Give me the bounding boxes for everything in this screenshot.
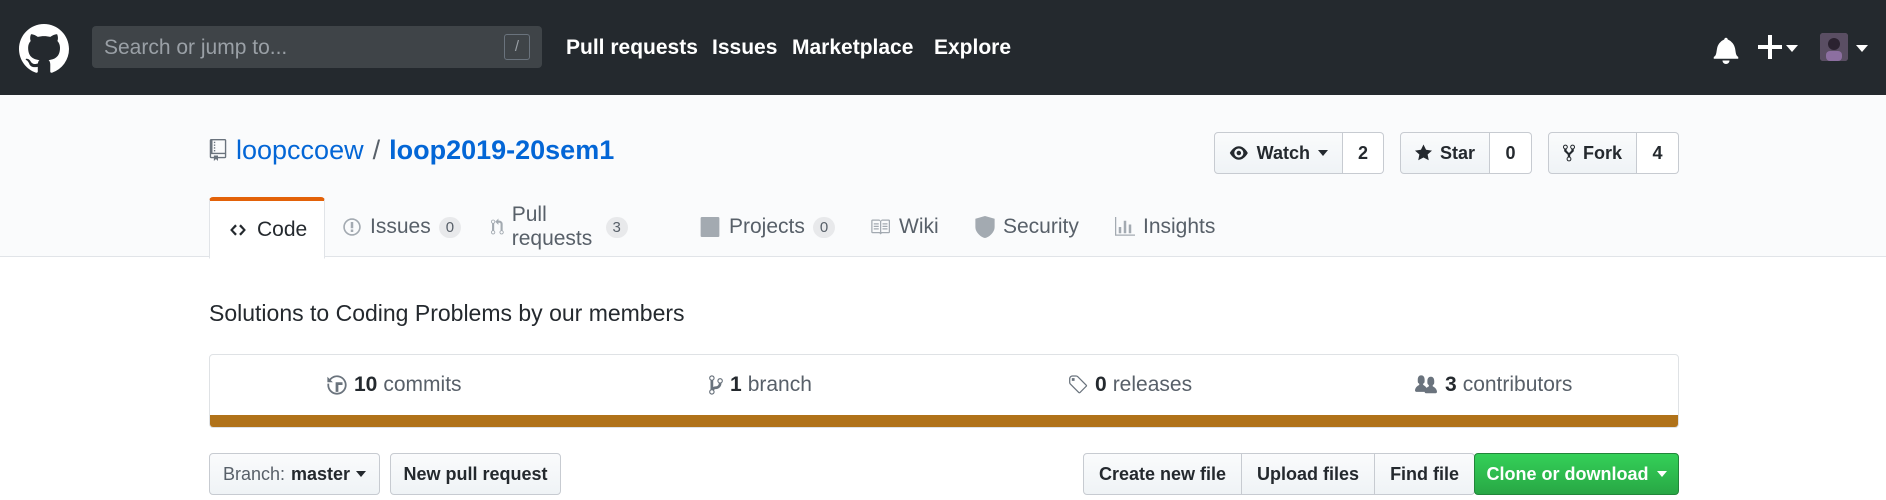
tab-pull-requests-counter: 3: [605, 216, 628, 238]
contributors-label: contributors: [1462, 373, 1573, 396]
people-icon: [1415, 375, 1437, 394]
user-menu[interactable]: [1820, 33, 1870, 65]
repo-description: Solutions to Coding Problems by our memb…: [209, 300, 685, 326]
tab-projects-label: Projects: [729, 215, 805, 238]
repo-forked-icon: [1563, 144, 1575, 162]
repo-header: loopccoew / loop2019-20sem1 Watch 2 Star 0…: [0, 95, 1886, 259]
releases-count: 0: [1095, 373, 1107, 396]
tab-wiki[interactable]: Wiki: [869, 197, 939, 257]
chevron-down-icon: [356, 471, 367, 477]
watch-button[interactable]: Watch: [1214, 132, 1343, 174]
repo-name-link[interactable]: loop2019-20sem1: [389, 135, 614, 165]
top-header: Search or jump to... / Pull requests Iss…: [0, 0, 1886, 95]
branch-name: master: [291, 463, 351, 484]
eye-icon: [1229, 146, 1248, 160]
tag-icon: [1069, 375, 1088, 394]
file-actions-group: Create new file Upload files Find file: [1083, 453, 1476, 495]
new-pull-request-button[interactable]: New pull request: [390, 453, 561, 495]
tab-security[interactable]: Security: [975, 197, 1079, 257]
commits-label: commits: [383, 373, 462, 396]
watch-count[interactable]: 2: [1343, 132, 1384, 174]
book-icon: [871, 219, 890, 235]
chevron-down-icon: [1786, 45, 1798, 52]
nav-pull-requests[interactable]: Pull requests: [566, 36, 698, 60]
fork-button[interactable]: Fork: [1548, 132, 1637, 174]
tab-issues[interactable]: Issues 0: [342, 197, 462, 257]
tab-projects-counter: 0: [812, 216, 836, 238]
commits-count: 10: [354, 373, 378, 396]
tab-insights[interactable]: Insights: [1115, 197, 1215, 257]
bell-icon[interactable]: [1713, 36, 1739, 64]
search-shortcut-badge: /: [504, 34, 530, 60]
releases-link[interactable]: 0 releases: [1067, 373, 1192, 397]
tab-insights-label: Insights: [1143, 215, 1216, 238]
chevron-down-icon: [1318, 150, 1328, 156]
nav-explore[interactable]: Explore: [934, 36, 1011, 60]
create-new-file-button[interactable]: Create new file: [1083, 453, 1243, 495]
plus-icon: [1758, 35, 1782, 59]
find-file-button[interactable]: Find file: [1375, 453, 1476, 495]
contributors-link[interactable]: 3 contributors: [1413, 373, 1572, 397]
tab-issues-counter: 0: [438, 216, 462, 238]
watch-button-group: Watch 2: [1214, 132, 1384, 174]
code-icon: [230, 223, 246, 236]
project-icon: [700, 217, 720, 237]
star-button-group: Star 0: [1400, 132, 1532, 174]
clone-label: Clone or download: [1486, 463, 1649, 484]
graph-icon: [1115, 217, 1135, 236]
nav-issues[interactable]: Issues: [712, 36, 777, 60]
releases-label: releases: [1112, 373, 1193, 396]
search-input[interactable]: Search or jump to... /: [92, 26, 542, 68]
clone-or-download-button[interactable]: Clone or download: [1474, 453, 1679, 495]
tab-pull-requests-label: Pull requests: [511, 203, 593, 250]
github-logo-icon[interactable]: [19, 24, 69, 74]
nav-marketplace[interactable]: Marketplace: [792, 36, 913, 60]
fork-label: Fork: [1582, 142, 1622, 163]
star-icon: [1415, 144, 1432, 161]
star-label: Star: [1439, 142, 1475, 163]
branch-prefix: Branch:: [222, 463, 285, 484]
chevron-down-icon: [1656, 471, 1667, 477]
tab-code[interactable]: Code: [209, 197, 326, 259]
avatar-image-icon: [1820, 33, 1848, 61]
repo-title: loopccoew / loop2019-20sem1: [236, 135, 614, 166]
repo-icon: [209, 139, 227, 161]
issue-opened-icon: [343, 218, 361, 236]
chevron-down-icon: [1856, 45, 1868, 52]
commits-link[interactable]: 10 commits: [326, 373, 462, 397]
create-new-menu[interactable]: [1758, 33, 1800, 63]
tab-code-label: Code: [257, 217, 308, 241]
avatar: [1820, 33, 1848, 61]
git-branch-icon: [709, 375, 723, 395]
star-button[interactable]: Star: [1400, 132, 1490, 174]
tab-issues-label: Issues: [370, 215, 431, 238]
language-bar[interactable]: [210, 415, 1678, 427]
repo-separator: /: [372, 135, 381, 165]
tab-wiki-label: Wiki: [899, 215, 939, 238]
tab-security-label: Security: [1003, 215, 1079, 238]
shield-icon: [975, 216, 995, 238]
repo-summary-bar: 10 commits 1 branch 0 releases 3 contrib…: [209, 354, 1679, 428]
branch-select-button[interactable]: Branch: master: [209, 453, 380, 495]
contributors-count: 3: [1445, 373, 1457, 396]
tab-pull-requests[interactable]: Pull requests 3: [491, 197, 628, 257]
git-pull-request-icon: [491, 218, 504, 235]
fork-count[interactable]: 4: [1637, 132, 1679, 174]
watch-label: Watch: [1256, 142, 1310, 163]
branches-count: 1: [730, 373, 742, 396]
search-placeholder: Search or jump to...: [104, 36, 288, 59]
tab-projects[interactable]: Projects 0: [699, 197, 836, 257]
history-icon: [327, 375, 347, 395]
branches-link[interactable]: 1 branch: [708, 373, 812, 397]
repo-owner-link[interactable]: loopccoew: [236, 135, 364, 165]
fork-button-group: Fork 4: [1548, 132, 1679, 174]
branches-label: branch: [747, 373, 812, 396]
star-count[interactable]: 0: [1490, 132, 1532, 174]
upload-files-button[interactable]: Upload files: [1242, 453, 1376, 495]
